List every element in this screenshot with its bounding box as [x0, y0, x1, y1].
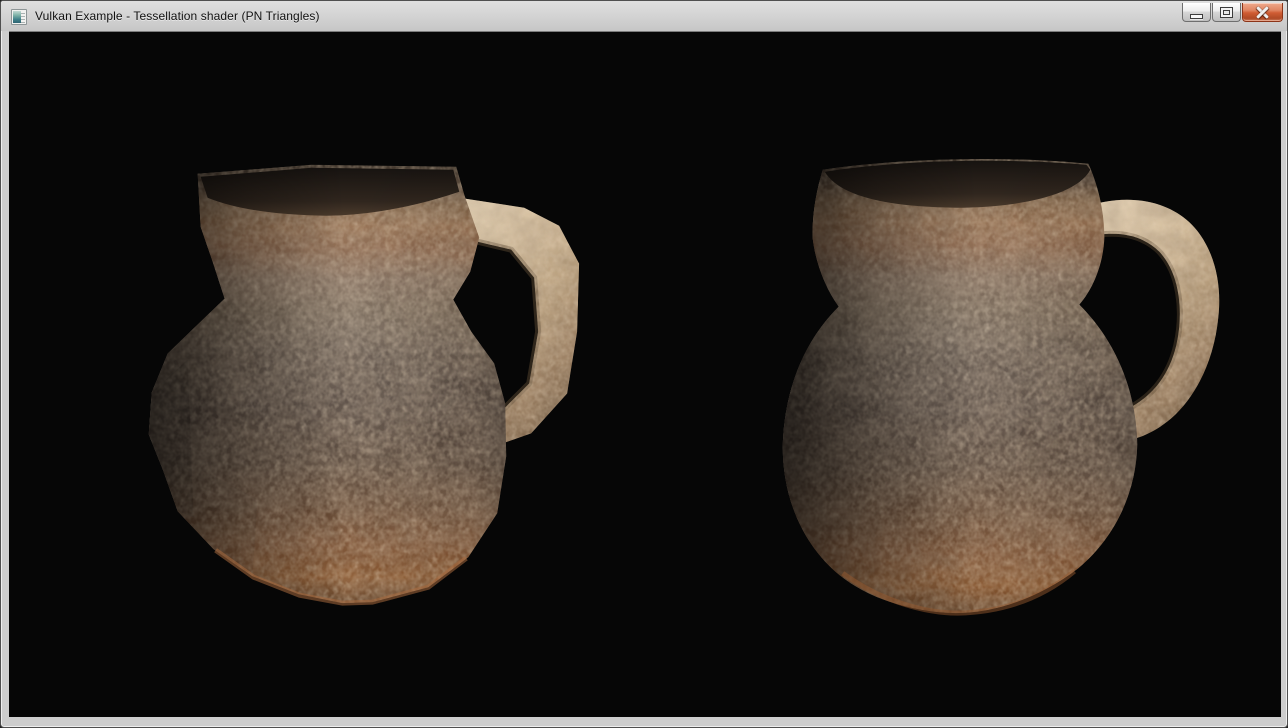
- render-viewport[interactable]: [9, 31, 1281, 717]
- jug-tessellated: [776, 147, 1225, 621]
- jug-low-poly: [142, 152, 586, 611]
- maximize-icon: [1220, 7, 1233, 18]
- titlebar[interactable]: Vulkan Example - Tessellation shader (PN…: [1, 1, 1287, 31]
- minimize-button[interactable]: [1182, 3, 1211, 22]
- vulkan-example-window: Vulkan Example - Tessellation shader (PN…: [0, 0, 1288, 728]
- minimize-icon: [1190, 14, 1203, 19]
- window-controls: [1181, 3, 1283, 22]
- close-button[interactable]: [1242, 3, 1283, 22]
- maximize-button[interactable]: [1212, 3, 1241, 22]
- window-title: Vulkan Example - Tessellation shader (PN…: [35, 9, 320, 23]
- app-icon-lines: [21, 13, 25, 23]
- close-icon: [1256, 7, 1269, 18]
- tessellation-scene: [9, 32, 1281, 717]
- app-icon-picture: [13, 11, 21, 23]
- app-window-icon[interactable]: [11, 9, 27, 25]
